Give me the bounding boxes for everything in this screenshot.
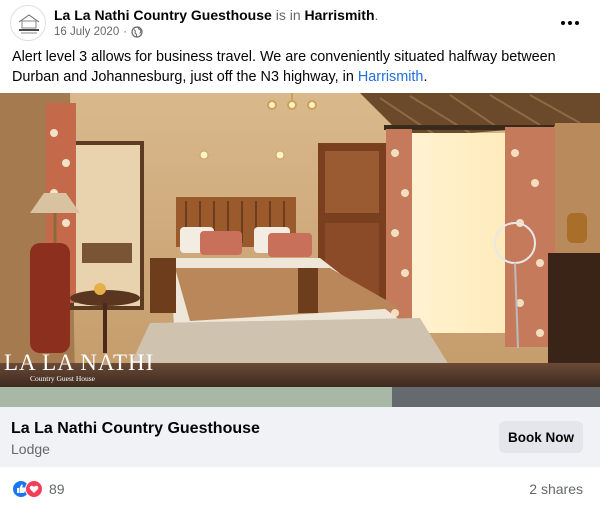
reactions-bar: 89 2 shares: [0, 474, 600, 502]
guesthouse-logo-icon: [11, 6, 45, 40]
shares-count[interactable]: 2 shares: [529, 480, 583, 498]
page-name-link[interactable]: La La Nathi Country Guesthouse: [54, 7, 272, 23]
watermark-title: LA LA NATHI: [4, 350, 155, 375]
room-photo[interactable]: [0, 93, 600, 387]
guesthouse-watermark: LA LA NATHI Country Guest House: [4, 350, 155, 383]
location-link[interactable]: Harrismith: [305, 7, 375, 23]
link-card-subtitle: Lodge: [11, 441, 50, 457]
harrismith-link[interactable]: Harrismith: [358, 69, 424, 85]
progress-fill: [0, 387, 392, 407]
post-text: Alert level 3 allows for business travel…: [12, 47, 590, 87]
reaction-count[interactable]: 89: [49, 480, 65, 498]
book-now-button[interactable]: Book Now: [499, 421, 583, 453]
page-avatar[interactable]: [10, 5, 46, 41]
carousel-progress-bar: [0, 387, 600, 407]
reaction-icons[interactable]: [12, 480, 44, 498]
bedroom-illustration: [0, 93, 600, 387]
link-preview-card[interactable]: La La Nathi Country Guesthouse Lodge Boo…: [0, 407, 600, 467]
post-title-line: La La Nathi Country Guesthouse is in Har…: [54, 6, 378, 24]
love-icon: [25, 480, 43, 498]
watermark-subtitle: Country Guest House: [30, 374, 95, 383]
post-text-end: .: [423, 69, 428, 85]
link-card-title: La La Nathi Country Guesthouse: [11, 420, 260, 437]
is-in-text: is in: [275, 7, 301, 23]
post-header: La La Nathi Country Guesthouse is in Har…: [0, 0, 600, 46]
meta-separator: ·: [123, 26, 128, 38]
globe-icon: [131, 26, 143, 38]
post-text-body: Alert level 3 allows for business travel…: [12, 49, 556, 85]
post-date[interactable]: 16 July 2020: [54, 25, 119, 39]
more-options-icon[interactable]: [558, 11, 582, 35]
location-suffix: .: [374, 7, 379, 23]
post-meta: 16 July 2020 ·: [54, 25, 143, 39]
